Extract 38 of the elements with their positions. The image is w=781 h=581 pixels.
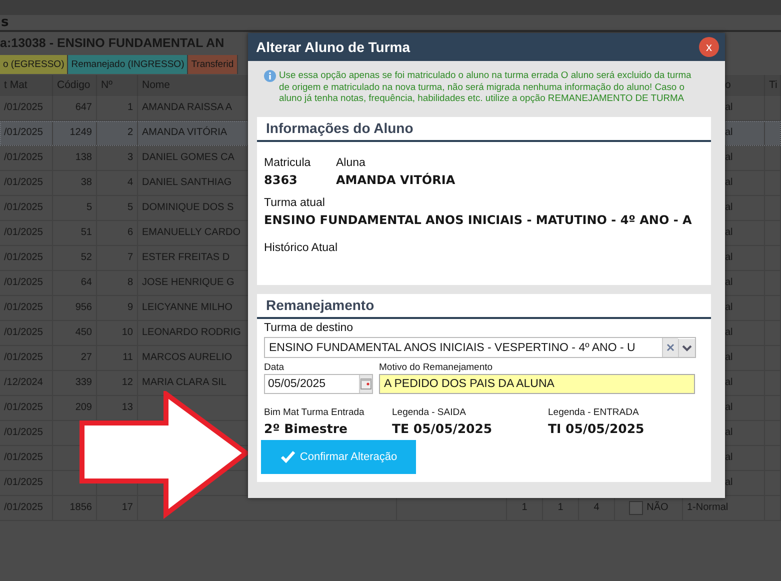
table-cell-text: AMANDA VITÓRIA	[142, 125, 228, 140]
field-value: 2º Bimestre	[264, 421, 348, 436]
field-label: Legenda - ENTRADA	[548, 407, 640, 419]
field-label: Bim Mat Turma Entrada	[264, 407, 366, 419]
dialog-title: Alterar Aluno de Turma	[256, 39, 410, 55]
table-cell-text: al	[725, 126, 733, 140]
field-label: Motivo do Remanejamento	[379, 362, 494, 374]
check-icon	[280, 450, 296, 464]
field-value: TI 05/05/2025	[548, 421, 644, 436]
info-icon	[264, 70, 276, 82]
date-field[interactable]: 05/05/2025	[264, 374, 373, 394]
table-cell-text: 2	[127, 126, 133, 140]
field-label: Aluna	[336, 156, 366, 170]
dropdown-icon[interactable]	[678, 338, 695, 356]
header-text: s	[1, 15, 9, 30]
field-label: Data	[264, 362, 286, 374]
close-button[interactable]: x	[699, 37, 719, 57]
class-select[interactable]: ENSINO FUNDAMENTAL ANOS INICIAIS - VESPERTINO - 4º ANO - U	[264, 337, 696, 358]
reason-field[interactable]: A PEDIDO DOS PAIS DA ALUNA	[379, 374, 695, 394]
field-value: ENSINO FUNDAMENTAL ANOS INICIAIS - MATUTINO - 4º ANO - A	[264, 213, 693, 227]
table-cell-text: /01/2025	[4, 126, 43, 140]
legend-tag: o (EGRESSO)	[0, 55, 68, 74]
panel-title: Remanejamento	[257, 294, 711, 319]
calendar-icon[interactable]	[359, 375, 372, 393]
field-label: Histórico Atual	[264, 241, 339, 255]
legend-tag: Remanejado (INGRESSO)	[68, 55, 188, 74]
field-value: TE 05/05/2025	[392, 421, 494, 436]
field-value: AMANDA VITÓRIA	[336, 173, 456, 187]
field-label: Matricula	[264, 156, 312, 170]
legend-tag: Transferid	[188, 55, 238, 74]
panel-title: Informações do Aluno	[257, 117, 711, 142]
checkbox[interactable]	[628, 501, 643, 515]
field-value: 8363	[264, 173, 298, 187]
table-cell-text: 1249	[70, 126, 92, 140]
field-label: Turma atual	[264, 196, 326, 210]
clear-icon[interactable]	[662, 338, 678, 357]
field-label: Turma de destino	[264, 321, 354, 335]
field-label: Legenda - SAIDA	[392, 407, 467, 419]
